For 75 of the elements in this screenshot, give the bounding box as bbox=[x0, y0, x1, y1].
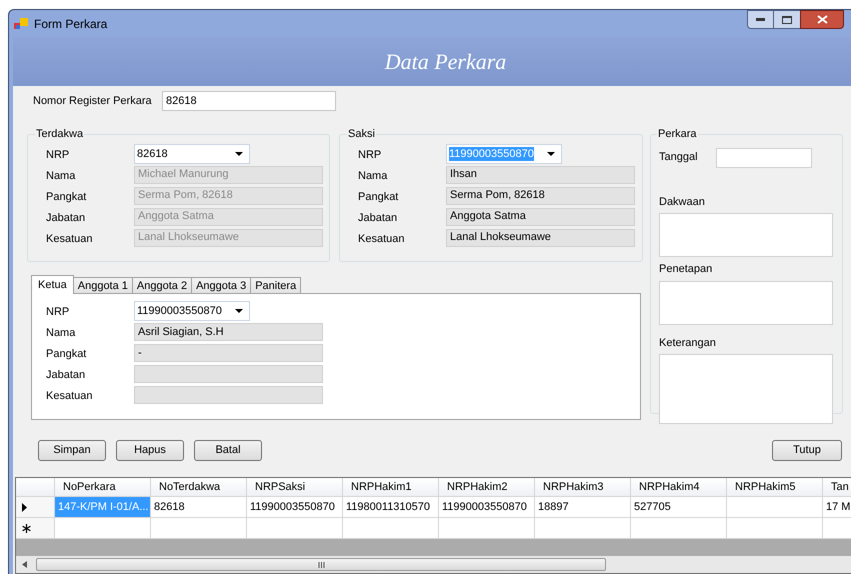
close-icon bbox=[816, 15, 828, 24]
banner-title: Data Perkara bbox=[384, 48, 506, 76]
dropdown-arrow-icon[interactable] bbox=[547, 152, 555, 156]
field-label: Dakwaan bbox=[659, 194, 706, 210]
dropdown-field[interactable]: 11990003550870 bbox=[134, 301, 250, 321]
tab[interactable]: Anggota 3 bbox=[191, 277, 252, 293]
column-header[interactable]: NRPHakim3 bbox=[535, 478, 631, 497]
field-label: Pangkat bbox=[358, 190, 400, 205]
field-label: Nama bbox=[46, 168, 76, 184]
field-label: Nomor Register Perkara bbox=[33, 94, 153, 109]
dropdown-field[interactable]: 82618 bbox=[134, 144, 250, 164]
dropdown-arrow-icon[interactable] bbox=[235, 152, 243, 156]
field-label: Kesatuan bbox=[46, 389, 94, 404]
readonly-field[interactable]: Asril Siagian, S.H bbox=[134, 323, 323, 341]
readonly-field[interactable]: - bbox=[134, 344, 323, 362]
maximize-icon bbox=[782, 16, 792, 24]
grip-icon bbox=[318, 562, 324, 568]
text-area[interactable] bbox=[659, 354, 833, 424]
column-header[interactable]: NRPHakim5 bbox=[727, 478, 823, 497]
column-header[interactable]: NRPHakim1 bbox=[343, 478, 439, 497]
scroll-left-icon[interactable] bbox=[22, 561, 27, 568]
field-label: Nama bbox=[46, 326, 76, 342]
tab[interactable]: Anggota 1 bbox=[72, 277, 133, 293]
table-cell: 147-K/PM I-01/A... bbox=[55, 497, 151, 518]
field-label: Keterangan bbox=[659, 336, 717, 350]
column-header[interactable]: NRPHakim2 bbox=[439, 478, 535, 497]
field-label: Kesatuan bbox=[358, 232, 406, 247]
group-title: Terdakwa bbox=[35, 127, 84, 142]
date-field[interactable] bbox=[716, 148, 812, 168]
tab[interactable]: Ketua bbox=[31, 275, 74, 294]
field-label: Pangkat bbox=[46, 190, 88, 205]
column-header[interactable]: Tan bbox=[823, 478, 851, 497]
field-label: Jabatan bbox=[46, 210, 86, 226]
field-label: NRP bbox=[46, 148, 70, 163]
field-label: Tanggal bbox=[659, 150, 699, 166]
column-header[interactable]: NRPHakim4 bbox=[631, 478, 727, 497]
tab[interactable]: Anggota 2 bbox=[132, 277, 192, 293]
readonly-field[interactable] bbox=[134, 365, 323, 383]
horizontal-scrollbar[interactable] bbox=[16, 556, 851, 573]
maximize-button[interactable] bbox=[774, 10, 800, 29]
window-title: Form Perkara bbox=[34, 16, 108, 32]
text-area[interactable] bbox=[659, 213, 833, 257]
readonly-field[interactable]: Serma Pom, 82618 bbox=[446, 186, 635, 204]
action-button[interactable]: Hapus bbox=[116, 440, 184, 460]
readonly-field[interactable]: Ihsan bbox=[446, 166, 635, 184]
text-area[interactable] bbox=[659, 280, 833, 324]
field-label: NRP bbox=[358, 148, 382, 163]
readonly-field[interactable]: Anggota Satma bbox=[446, 208, 635, 226]
dropdown-arrow-icon[interactable] bbox=[235, 309, 243, 313]
close-button[interactable] bbox=[800, 10, 844, 29]
field-label: Nama bbox=[358, 168, 388, 184]
field-label: NRP bbox=[46, 305, 70, 320]
field-label: Penetapan bbox=[659, 262, 714, 277]
column-header[interactable]: NoPerkara bbox=[55, 478, 151, 497]
minimize-button[interactable] bbox=[747, 10, 774, 29]
close-form-button[interactable]: Tutup bbox=[772, 440, 842, 460]
field-label: Pangkat bbox=[46, 347, 88, 362]
minimize-icon bbox=[756, 18, 765, 21]
readonly-field[interactable] bbox=[134, 386, 323, 404]
field-label: Kesatuan bbox=[46, 232, 94, 247]
tab[interactable]: Panitera bbox=[250, 277, 302, 293]
current-row-icon bbox=[22, 502, 27, 512]
action-button[interactable]: Batal bbox=[194, 440, 262, 460]
group-title: Perkara bbox=[657, 127, 698, 142]
field-label: Jabatan bbox=[358, 210, 398, 226]
group-title: Saksi bbox=[347, 127, 376, 142]
asterisk-icon bbox=[22, 524, 31, 532]
app-icon bbox=[14, 18, 28, 30]
register-field[interactable]: 82618 bbox=[162, 91, 336, 111]
readonly-field[interactable]: Lanal Lhokseumawe bbox=[446, 228, 635, 246]
column-header[interactable]: NRPSaksi bbox=[247, 478, 343, 497]
column-header[interactable]: NoTerdakwa bbox=[151, 478, 247, 497]
scrollbar-thumb[interactable] bbox=[36, 558, 606, 571]
action-button[interactable]: Simpan bbox=[38, 440, 106, 460]
field-label: Jabatan bbox=[46, 368, 86, 384]
